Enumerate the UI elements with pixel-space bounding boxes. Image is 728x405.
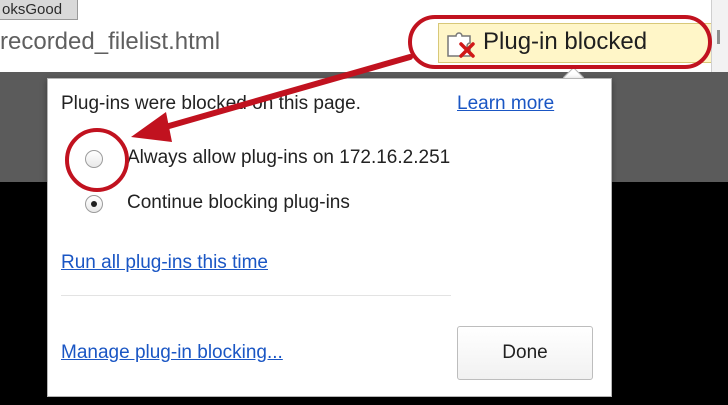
blocked-message: Plug-ins were blocked on this page. (61, 93, 361, 114)
bubble-divider (61, 295, 451, 296)
plugin-indicator-highlight-ring (408, 15, 712, 69)
always-allow-label[interactable]: Always allow plug-ins on 172.16.2.251 (127, 147, 450, 169)
browser-tab[interactable]: oksGood (0, 0, 78, 20)
radio-highlight-ring (65, 128, 129, 192)
address-bar-text[interactable]: recorded_filelist.html (0, 28, 220, 56)
plugin-blocked-bubble: Plug-ins were blocked on this page. Lear… (47, 78, 612, 397)
continue-blocking-radio[interactable] (85, 195, 103, 213)
done-button[interactable]: Done (457, 326, 593, 380)
continue-blocking-label[interactable]: Continue blocking plug-ins (127, 192, 350, 214)
learn-more-link[interactable]: Learn more (457, 93, 554, 115)
toolbar-edge (711, 0, 728, 72)
manage-plugin-blocking-link[interactable]: Manage plug-in blocking... (61, 342, 283, 364)
run-all-plugins-link[interactable]: Run all plug-ins this time (61, 252, 268, 274)
